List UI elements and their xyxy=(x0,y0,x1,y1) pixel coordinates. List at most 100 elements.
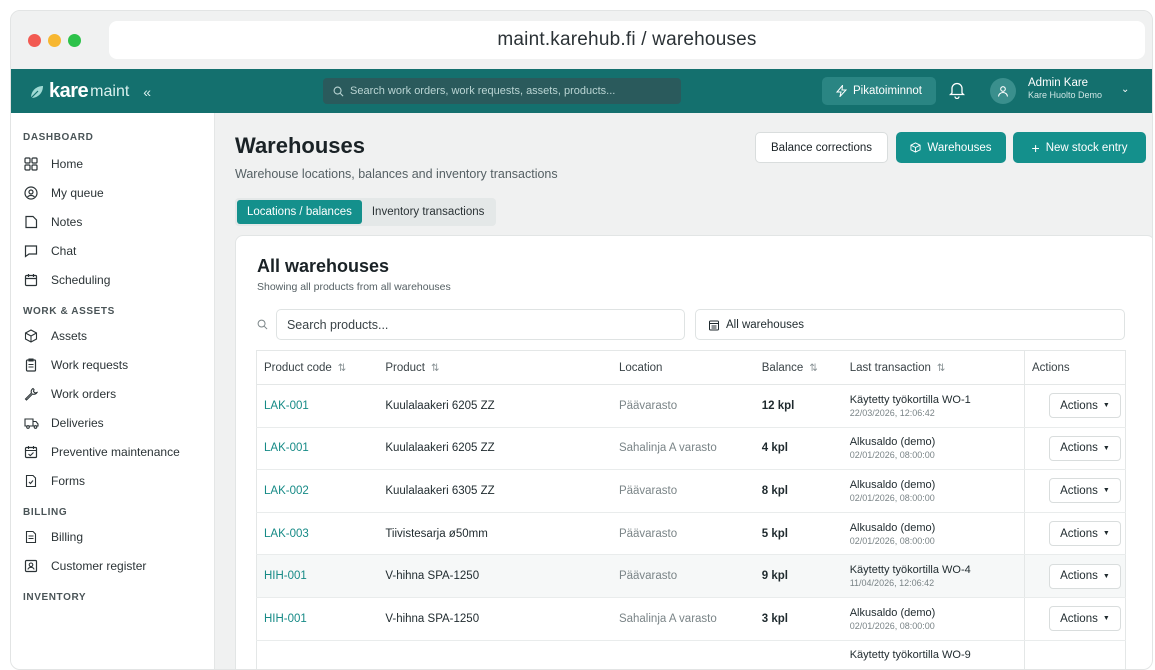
sidebar-item-assets[interactable]: Assets xyxy=(11,321,214,350)
user-icon xyxy=(997,86,1009,97)
location: Päävarasto xyxy=(611,469,755,513)
chevron-down-icon[interactable]: ⌄ xyxy=(1121,84,1129,95)
sidebar-item-preventive-maintenance[interactable]: Preventive maintenance xyxy=(11,437,214,466)
grid-icon xyxy=(23,156,39,172)
product-code-link[interactable]: HIH-001 xyxy=(256,554,379,598)
sidebar-item-billing[interactable]: Billing xyxy=(11,522,214,551)
quick-actions-button[interactable]: Pikatoiminnot xyxy=(822,77,936,105)
column-header-balance[interactable]: Balance ⇅ xyxy=(754,350,843,385)
product-name xyxy=(378,640,612,669)
product-code-link[interactable]: LAK-002 xyxy=(256,469,379,513)
user-circle-icon xyxy=(23,185,39,201)
page-title: Warehouses xyxy=(235,133,366,158)
global-search-input[interactable]: Search work orders, work requests, asset… xyxy=(323,78,681,104)
warehouses-button[interactable]: Warehouses xyxy=(896,132,1006,163)
actions-button[interactable]: Actions ▼ xyxy=(1048,521,1121,547)
sort-icon[interactable]: ⇅ xyxy=(431,363,439,374)
sidebar-item-label: Customer register xyxy=(51,558,147,573)
sidebar-item-my-queue[interactable]: My queue xyxy=(11,178,214,207)
maximize-window-button[interactable] xyxy=(68,34,81,47)
actions-cell: Actions ▼ xyxy=(1023,597,1126,641)
actions-label: Actions xyxy=(1060,399,1098,412)
bell-icon[interactable] xyxy=(948,81,966,104)
last-transaction: Alkusaldo (demo) 02/01/2026, 08:00:00 xyxy=(842,427,1025,471)
sidebar-item-chat[interactable]: Chat xyxy=(11,236,214,265)
close-window-button[interactable] xyxy=(28,34,41,47)
actions-button[interactable]: Actions ▼ xyxy=(1048,478,1121,504)
sidebar-item-scheduling[interactable]: Scheduling xyxy=(11,265,214,294)
wrench-icon xyxy=(23,386,39,402)
sidebar-item-label: Assets xyxy=(51,328,88,343)
sidebar-item-label: Notes xyxy=(51,214,83,229)
user-menu[interactable]: Admin Kare Kare Huolto Demo xyxy=(1028,77,1102,100)
table-row[interactable]: LAK-002 Kuulalaakeri 6305 ZZ Päävarasto … xyxy=(256,469,1126,513)
sidebar-item-forms[interactable]: Forms xyxy=(11,466,214,495)
actions-button[interactable]: Actions ▼ xyxy=(1048,393,1121,419)
note-icon xyxy=(23,214,39,230)
column-header-product-code[interactable]: Product code ⇅ xyxy=(256,350,379,385)
table-row[interactable]: HIH-001 V-hihna SPA-1250 Sahalinja A var… xyxy=(256,597,1126,641)
actions-label: Actions xyxy=(1060,612,1098,625)
transaction-date: 02/01/2026, 08:00:00 xyxy=(849,492,935,503)
actions-cell: Actions ▼ xyxy=(1023,384,1126,428)
user-name: Admin Kare xyxy=(1028,77,1089,89)
transaction-date: 02/01/2026, 08:00:00 xyxy=(849,620,935,631)
sidebar-item-work-orders[interactable]: Work orders xyxy=(11,379,214,408)
collapse-sidebar-button[interactable]: « xyxy=(143,84,151,100)
table-row[interactable]: Käytetty työkortilla WO-9 xyxy=(256,640,1126,669)
column-header-last-transaction[interactable]: Last transaction ⇅ xyxy=(842,350,1025,385)
column-header-product[interactable]: Product ⇅ xyxy=(378,350,612,385)
brand-kare: kare xyxy=(49,80,89,102)
sidebar-item-customer-register[interactable]: Customer register xyxy=(11,551,214,580)
sidebar-item-label: Deliveries xyxy=(51,415,104,430)
product-search-input[interactable]: Search products... xyxy=(275,309,685,340)
product-name: Kuulalaakeri 6305 ZZ xyxy=(378,469,612,513)
location xyxy=(611,640,755,669)
sort-icon[interactable]: ⇅ xyxy=(338,363,346,374)
sidebar-item-work-requests[interactable]: Work requests xyxy=(11,350,214,379)
actions-button[interactable]: Actions ▼ xyxy=(1048,606,1121,632)
product-code-link[interactable]: LAK-001 xyxy=(256,384,379,428)
brand-logo[interactable]: kare maint « xyxy=(29,80,151,103)
tab-inventory-transactions[interactable]: Inventory transactions xyxy=(362,200,495,224)
new-stock-entry-button[interactable]: + New stock entry xyxy=(1013,132,1146,163)
sidebar-item-home[interactable]: Home xyxy=(11,149,214,178)
actions-cell: Actions ▼ xyxy=(1023,554,1126,598)
warehouse-icon xyxy=(709,320,719,330)
column-label: Last transaction xyxy=(849,361,931,374)
table-row[interactable]: LAK-001 Kuulalaakeri 6205 ZZ Päävarasto … xyxy=(256,384,1126,428)
address-bar[interactable]: maint.karehub.fi / warehouses xyxy=(109,21,1145,59)
sidebar-item-label: Work requests xyxy=(51,357,129,372)
avatar[interactable] xyxy=(990,78,1016,104)
sidebar-item-deliveries[interactable]: Deliveries xyxy=(11,408,214,437)
product-code-link[interactable]: HIH-001 xyxy=(256,597,379,641)
brand-maint: maint xyxy=(90,82,130,100)
balance-corrections-button[interactable]: Balance corrections xyxy=(755,132,888,163)
product-code-link[interactable] xyxy=(256,640,379,669)
warehouse-filter-select[interactable]: All warehouses xyxy=(695,309,1125,340)
product-code-link[interactable]: LAK-001 xyxy=(256,427,379,471)
tab-locations-balances[interactable]: Locations / balances xyxy=(237,200,362,224)
actions-button[interactable]: Actions ▼ xyxy=(1048,563,1121,589)
last-transaction: Alkusaldo (demo) 02/01/2026, 08:00:00 xyxy=(842,597,1025,641)
table-row[interactable]: LAK-003 Tiivistesarja ø50mm Päävarasto 5… xyxy=(256,512,1126,556)
sidebar-item-notes[interactable]: Notes xyxy=(11,207,214,236)
balance-corrections-label: Balance corrections xyxy=(771,141,872,154)
sort-icon[interactable]: ⇅ xyxy=(809,363,817,374)
actions-button[interactable]: Actions ▼ xyxy=(1048,435,1121,461)
table-row[interactable]: HIH-001 V-hihna SPA-1250 Päävarasto 9 kp… xyxy=(256,554,1126,598)
global-search-placeholder: Search work orders, work requests, asset… xyxy=(350,85,616,97)
sort-icon[interactable]: ⇅ xyxy=(937,363,945,374)
sidebar-item-label: Home xyxy=(51,156,84,171)
column-label: Balance xyxy=(761,361,804,374)
transaction-text: Käytetty työkortilla WO-1 xyxy=(849,393,971,406)
balance: 8 kpl xyxy=(754,469,843,513)
transaction-date: 02/01/2026, 08:00:00 xyxy=(849,535,935,546)
balance: 4 kpl xyxy=(754,427,843,471)
warehouses-table: Product code ⇅ Product ⇅ Location Balance ⇅… xyxy=(256,350,1126,669)
table-row[interactable]: LAK-001 Kuulalaakeri 6205 ZZ Sahalinja A… xyxy=(256,427,1126,471)
product-code-link[interactable]: LAK-003 xyxy=(256,512,379,556)
minimize-window-button[interactable] xyxy=(48,34,61,47)
product-name: Kuulalaakeri 6205 ZZ xyxy=(378,427,612,471)
transaction-text: Alkusaldo (demo) xyxy=(849,436,936,449)
